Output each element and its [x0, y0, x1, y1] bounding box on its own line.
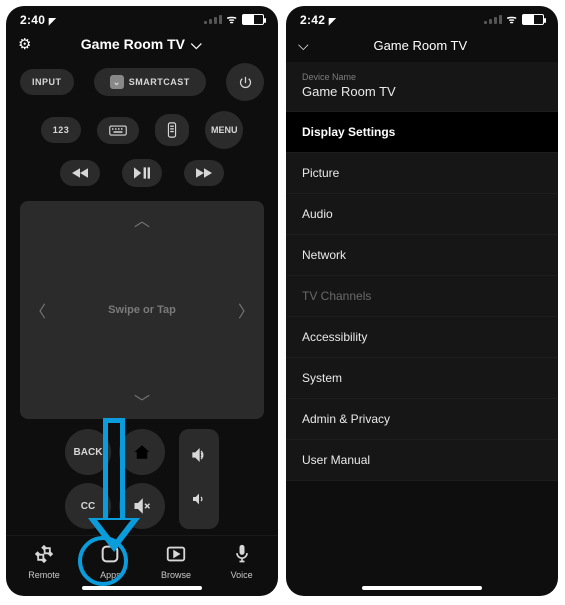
power-icon	[238, 75, 253, 90]
settings-list[interactable]: Device Name Game Room TV Display Setting…	[286, 62, 558, 582]
nav-apps[interactable]: Apps	[96, 540, 124, 580]
row-system[interactable]: System	[286, 358, 558, 399]
control-cluster: BACK CC	[65, 429, 165, 529]
nav-apps-label: Apps	[100, 570, 121, 580]
remote-icon	[30, 540, 58, 568]
device-name-row[interactable]: Device Name Game Room TV	[286, 62, 558, 112]
dpad-left-icon[interactable]: 〈	[30, 298, 46, 322]
chevron-down-icon: ⌵	[191, 36, 202, 53]
keyboard-button[interactable]	[97, 117, 139, 144]
wifi-icon: ᯤ	[227, 12, 237, 27]
gear-icon[interactable]: ⚙	[18, 35, 31, 53]
mute-button[interactable]	[119, 483, 165, 529]
nav-voice-label: Voice	[231, 570, 253, 580]
settings-header: ⌵ Game Room TV	[286, 29, 558, 62]
phone-remote: 2:40 ◤ ᯤ ⚙ Game Room TV ⌵ INPUT ⌄ SMARTC…	[6, 6, 278, 596]
cc-button[interactable]: CC	[65, 483, 111, 529]
row-admin-privacy[interactable]: Admin & Privacy	[286, 399, 558, 440]
numpad-button[interactable]: 123	[41, 117, 82, 143]
nav-remote-label: Remote	[28, 570, 60, 580]
voice-icon	[228, 540, 256, 568]
volume-rocker	[179, 429, 219, 529]
home-indicator[interactable]	[82, 586, 202, 590]
row-audio[interactable]: Audio	[286, 194, 558, 235]
rewind-button[interactable]	[60, 160, 100, 186]
rewind-icon	[72, 168, 88, 178]
play-pause-button[interactable]	[122, 159, 162, 187]
power-button[interactable]	[226, 63, 264, 101]
device-name-value: Game Room TV	[302, 84, 542, 99]
dpad-right-icon[interactable]: 〉	[238, 298, 254, 322]
status-time: 2:42 ◤	[300, 13, 336, 27]
mute-icon	[133, 498, 151, 514]
home-indicator[interactable]	[362, 586, 482, 590]
row-picture[interactable]: Picture	[286, 153, 558, 194]
clock-text: 2:40	[20, 13, 45, 27]
remote-body: INPUT ⌄ SMARTCAST 123 MENU	[6, 63, 278, 535]
battery-icon	[522, 14, 544, 25]
nav-remote[interactable]: Remote	[28, 540, 60, 580]
smartcast-icon: ⌄	[110, 75, 124, 89]
row-network[interactable]: Network	[286, 235, 558, 276]
touchpad[interactable]: ︿ 〈 Swipe or Tap 〉 ﹀	[20, 201, 264, 419]
fast-forward-button[interactable]	[184, 160, 224, 186]
bottom-nav: Remote Apps Browse Voice	[6, 535, 278, 582]
apps-icon	[96, 540, 124, 568]
clock-text: 2:42	[300, 13, 325, 27]
location-icon: ◤	[49, 16, 56, 26]
row-tv-channels: TV Channels	[286, 276, 558, 317]
cellular-icon	[204, 15, 222, 24]
browse-icon	[162, 540, 190, 568]
guide-icon	[167, 122, 177, 138]
location-icon: ◤	[329, 16, 336, 26]
volume-down-button[interactable]	[191, 492, 207, 511]
header: ⚙ Game Room TV ⌵	[6, 29, 278, 63]
menu-button[interactable]: MENU	[205, 111, 243, 149]
device-name-label: Device Name	[302, 72, 542, 82]
status-time: 2:40 ◤	[20, 13, 56, 27]
settings-title: Game Room TV	[319, 38, 522, 53]
row-accessibility[interactable]: Accessibility	[286, 317, 558, 358]
nav-browse-label: Browse	[161, 570, 191, 580]
smartcast-button[interactable]: ⌄ SMARTCAST	[94, 68, 206, 96]
status-right: ᯤ	[204, 12, 264, 27]
section-display-settings: Display Settings	[286, 112, 558, 153]
volume-up-button[interactable]	[191, 448, 207, 467]
nav-browse[interactable]: Browse	[161, 540, 191, 580]
status-bar: 2:40 ◤ ᯤ	[6, 6, 278, 29]
guide-button[interactable]	[155, 114, 189, 146]
home-icon	[133, 443, 151, 461]
volume-up-icon	[191, 448, 207, 462]
battery-icon	[242, 14, 264, 25]
dpad-up-icon[interactable]: ︿	[134, 207, 150, 231]
keyboard-icon	[109, 125, 127, 136]
wifi-icon: ᯤ	[507, 12, 517, 27]
status-bar: 2:42 ◤ ᯤ	[286, 6, 558, 29]
dpad-down-icon[interactable]: ﹀	[134, 389, 150, 413]
play-pause-icon	[134, 167, 150, 179]
device-selector[interactable]: Game Room TV ⌵	[39, 36, 243, 53]
volume-down-icon	[191, 492, 207, 506]
phone-settings: 2:42 ◤ ᯤ ⌵ Game Room TV Device Name Game…	[286, 6, 558, 596]
touchpad-caption: Swipe or Tap	[108, 304, 176, 316]
status-right: ᯤ	[484, 12, 544, 27]
forward-icon	[196, 168, 212, 178]
back-button[interactable]: BACK	[65, 429, 111, 475]
collapse-button[interactable]: ⌵	[298, 37, 309, 54]
input-button[interactable]: INPUT	[20, 69, 74, 95]
device-title: Game Room TV	[81, 36, 185, 52]
cellular-icon	[484, 15, 502, 24]
row-user-manual[interactable]: User Manual	[286, 440, 558, 481]
home-button[interactable]	[119, 429, 165, 475]
nav-voice[interactable]: Voice	[228, 540, 256, 580]
